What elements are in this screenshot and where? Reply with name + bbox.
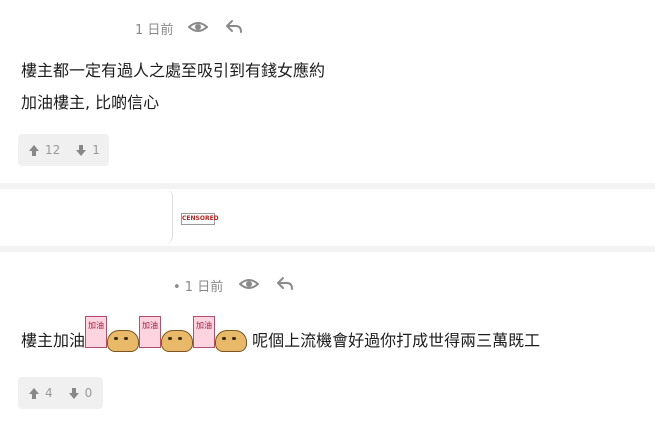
- sticker-flag: 加油: [139, 316, 162, 348]
- thumb-down-arrow-icon: [68, 387, 79, 399]
- comment-timestamp: 1 日前: [135, 23, 174, 38]
- downvote-count: 0: [84, 386, 93, 400]
- dog-icon: [161, 330, 194, 352]
- dog-icon: [107, 330, 140, 352]
- comment-text: 呢個上流機會好過你打成世得兩三萬既工: [252, 331, 541, 350]
- comment-text: 樓主加油: [21, 331, 86, 350]
- sticker-flag: 加油: [85, 316, 108, 348]
- sticker-icon: 加油: [85, 316, 140, 352]
- comment-body-line: 加油樓主, 比啲信心: [21, 93, 160, 112]
- upvote-count: 12: [45, 143, 61, 157]
- separator: [0, 246, 655, 252]
- censored-label: CENSORED: [182, 215, 219, 222]
- sticker-icon: 加油: [193, 316, 248, 352]
- comment-body: 樓主加油 加油 加油 加油 呢個上流機會好過你打成世得兩三萬既工: [21, 316, 540, 356]
- sticker-flag: 加油: [193, 316, 216, 348]
- dog-icon: [215, 330, 248, 352]
- eye-icon[interactable]: [187, 18, 209, 40]
- thumb-down-arrow-icon: [76, 144, 87, 156]
- comment-timestamp: • 1 日前: [173, 280, 224, 295]
- upvote-count: 4: [45, 386, 53, 400]
- eye-icon[interactable]: [238, 275, 260, 297]
- thumb-up-arrow-icon: [29, 387, 39, 399]
- comment-body-line: 樓主都一定有過人之處至吸引到有錢女應約: [21, 61, 326, 80]
- sticker-icon: 加油: [139, 316, 194, 352]
- downvote-button[interactable]: 1: [75, 143, 100, 157]
- downvote-button[interactable]: 0: [68, 386, 93, 400]
- reply-icon[interactable]: [225, 18, 243, 40]
- upvote-button[interactable]: 4: [28, 386, 53, 400]
- vote-bar: 12 1: [18, 134, 109, 166]
- upvote-button[interactable]: 12: [28, 143, 60, 157]
- vote-bar: 4 0: [18, 377, 103, 409]
- censored-sticker-icon: CENSORED: [181, 213, 219, 225]
- thumb-up-arrow-icon: [29, 144, 39, 156]
- downvote-count: 1: [92, 143, 100, 157]
- reply-icon[interactable]: [276, 275, 294, 297]
- collapsed-panel: [0, 189, 173, 244]
